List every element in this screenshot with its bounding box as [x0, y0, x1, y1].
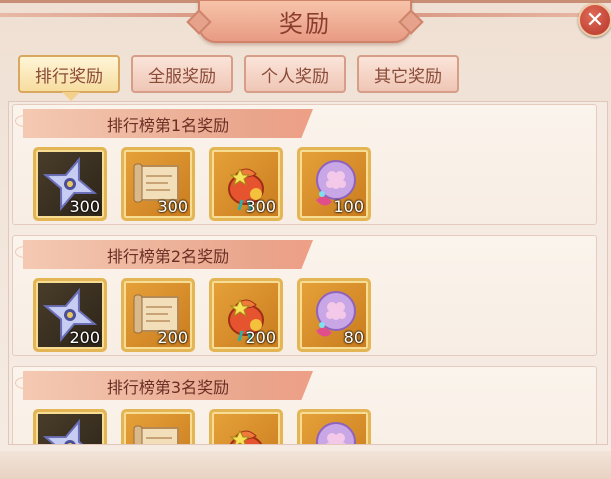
item-count: 300: [245, 197, 276, 216]
reward-window: 奖励 ✕ 排行奖励 全服奖励 个人奖励 其它奖励 排行榜第1名奖励 300 30…: [0, 0, 611, 479]
window-title: 奖励: [279, 9, 331, 38]
bottom-border: [0, 451, 611, 479]
reward-item[interactable]: 80: [297, 278, 371, 352]
reward-item[interactable]: 200: [209, 278, 283, 352]
reward-item[interactable]: [121, 409, 195, 444]
scroll-icon: [133, 425, 179, 444]
item-count: 80: [343, 328, 364, 347]
reward-item[interactable]: 200: [33, 278, 107, 352]
shuriken-icon: [42, 418, 98, 444]
rank-title: 排行榜第3名奖励: [23, 371, 313, 400]
reward-item[interactable]: 300: [209, 147, 283, 221]
reward-item[interactable]: 300: [33, 147, 107, 221]
close-icon: ✕: [585, 7, 605, 33]
reward-row: 排行榜第2名奖励 200 200 200 80: [12, 235, 597, 356]
item-count: 200: [69, 328, 100, 347]
rank-title: 排行榜第1名奖励: [23, 109, 313, 138]
item-count: 100: [333, 197, 364, 216]
item-count: 200: [245, 328, 276, 347]
reward-item[interactable]: 100: [297, 147, 371, 221]
tab-other-rewards[interactable]: 其它奖励: [357, 55, 459, 93]
item-count: 200: [157, 328, 188, 347]
tab-ranking-rewards[interactable]: 排行奖励: [18, 55, 120, 101]
pouch-icon: [229, 429, 263, 444]
tab-personal-rewards[interactable]: 个人奖励: [244, 55, 346, 93]
reward-item[interactable]: [209, 409, 283, 444]
reward-item[interactable]: [297, 409, 371, 444]
rank-title: 排行榜第2名奖励: [23, 240, 313, 269]
reward-list[interactable]: 排行榜第1名奖励 300 300 300 100 排行榜第2名奖励 200 20…: [8, 101, 608, 445]
close-button[interactable]: ✕: [578, 3, 611, 37]
reward-item[interactable]: 200: [121, 278, 195, 352]
reward-item[interactable]: [33, 409, 107, 444]
item-count: 300: [69, 197, 100, 216]
reward-item[interactable]: 300: [121, 147, 195, 221]
reward-row: 排行榜第3名奖励: [12, 366, 597, 444]
flower-orb-icon: [316, 422, 356, 444]
title-banner: 奖励: [198, 0, 412, 43]
reward-row: 排行榜第1名奖励 300 300 300 100: [12, 104, 597, 225]
tab-server-rewards[interactable]: 全服奖励: [131, 55, 233, 93]
item-count: 300: [157, 197, 188, 216]
